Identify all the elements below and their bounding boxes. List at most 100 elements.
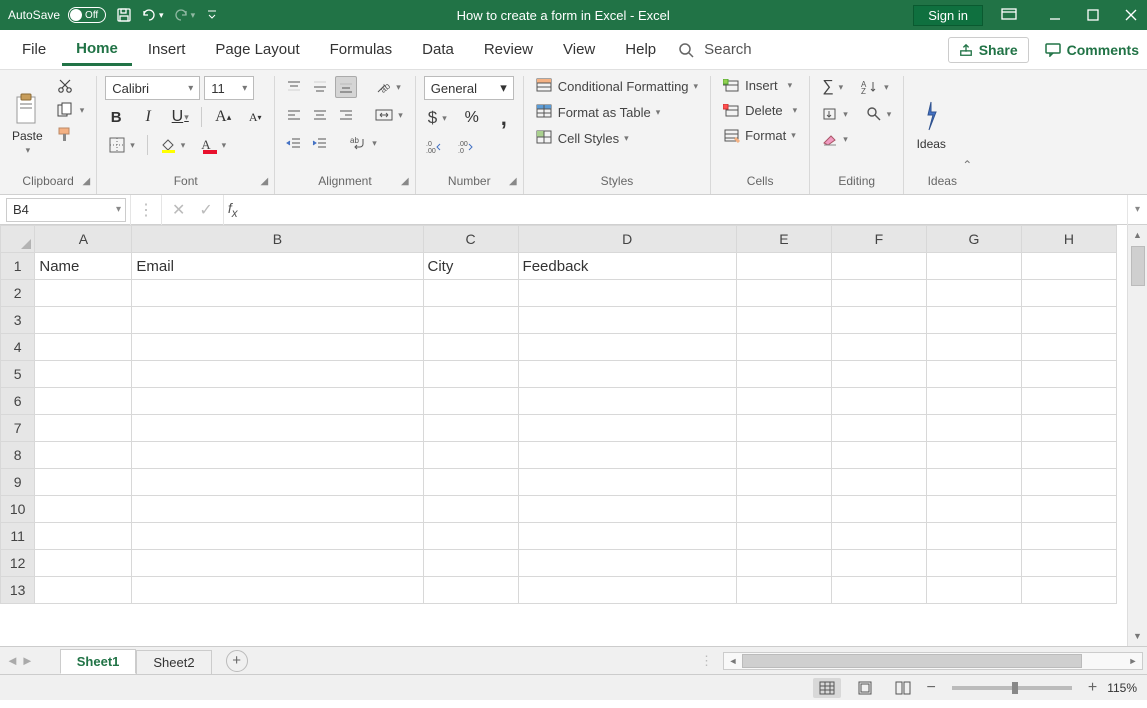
cell-D7[interactable]	[518, 415, 736, 442]
worksheet-grid[interactable]: ABCDEFGH1NameEmailCityFeedback2345678910…	[0, 225, 1147, 646]
align-bottom-button[interactable]	[335, 76, 357, 98]
row-header-1[interactable]: 1	[1, 253, 35, 280]
cell-B11[interactable]	[132, 523, 423, 550]
row-header-2[interactable]: 2	[1, 280, 35, 307]
cell-D4[interactable]	[518, 334, 736, 361]
format-painter-button[interactable]	[53, 124, 89, 144]
maximize-icon[interactable]	[1087, 9, 1101, 21]
cell-A13[interactable]	[35, 577, 132, 604]
cell-D3[interactable]	[518, 307, 736, 334]
cell-A7[interactable]	[35, 415, 132, 442]
cell-B4[interactable]	[132, 334, 423, 361]
cell-D12[interactable]	[518, 550, 736, 577]
tab-formulas[interactable]: Formulas	[316, 35, 407, 64]
cell-G1[interactable]	[926, 253, 1021, 280]
cell-B7[interactable]	[132, 415, 423, 442]
cell-A8[interactable]	[35, 442, 132, 469]
undo-icon[interactable]: ▾	[140, 7, 164, 23]
cell-A5[interactable]	[35, 361, 132, 388]
cell-D1[interactable]: Feedback	[518, 253, 736, 280]
cell-C13[interactable]	[423, 577, 518, 604]
cell-B1[interactable]: Email	[132, 253, 423, 280]
cell-E8[interactable]	[736, 442, 831, 469]
cell-C2[interactable]	[423, 280, 518, 307]
orientation-button[interactable]: ab▾	[371, 77, 405, 97]
sheet-tab-1[interactable]: Sheet1	[60, 649, 137, 674]
expand-formula-bar[interactable]: ▾	[1127, 195, 1147, 225]
row-header-7[interactable]: 7	[1, 415, 35, 442]
cell-A11[interactable]	[35, 523, 132, 550]
cell-F1[interactable]	[831, 253, 926, 280]
cell-F13[interactable]	[831, 577, 926, 604]
wrap-text-button[interactable]: ab▾	[345, 133, 381, 153]
cell-D13[interactable]	[518, 577, 736, 604]
cell-D6[interactable]	[518, 388, 736, 415]
cell-H7[interactable]	[1021, 415, 1116, 442]
row-header-4[interactable]: 4	[1, 334, 35, 361]
cell-E5[interactable]	[736, 361, 831, 388]
sign-in-button[interactable]: Sign in	[913, 5, 983, 26]
increase-font-button[interactable]: A▴	[212, 106, 234, 128]
row-header-3[interactable]: 3	[1, 307, 35, 334]
cell-A12[interactable]	[35, 550, 132, 577]
col-header-B[interactable]: B	[132, 226, 423, 253]
decrease-indent-button[interactable]	[283, 132, 305, 154]
tab-insert[interactable]: Insert	[134, 35, 200, 64]
italic-button[interactable]: I	[137, 106, 159, 128]
cell-C7[interactable]	[423, 415, 518, 442]
cell-C9[interactable]	[423, 469, 518, 496]
insert-cells-button[interactable]: Insert▾	[719, 76, 801, 95]
vertical-scrollbar[interactable]: ▲ ▼	[1127, 225, 1147, 646]
format-cells-button[interactable]: Format▾	[719, 126, 801, 145]
zoom-slider[interactable]	[952, 686, 1072, 690]
cell-G5[interactable]	[926, 361, 1021, 388]
row-header-11[interactable]: 11	[1, 523, 35, 550]
cell-H11[interactable]	[1021, 523, 1116, 550]
fill-color-button[interactable]: ▾	[156, 135, 190, 155]
col-header-A[interactable]: A	[35, 226, 132, 253]
cell-C3[interactable]	[423, 307, 518, 334]
autosave-toggle[interactable]: AutoSave Off	[8, 7, 106, 23]
row-header-6[interactable]: 6	[1, 388, 35, 415]
col-header-F[interactable]: F	[831, 226, 926, 253]
cell-H13[interactable]	[1021, 577, 1116, 604]
cell-H1[interactable]	[1021, 253, 1116, 280]
cell-A3[interactable]	[35, 307, 132, 334]
cell-B6[interactable]	[132, 388, 423, 415]
collapse-ribbon-icon[interactable]: ⌃	[962, 158, 972, 172]
font-name-combo[interactable]: Calibri▾	[105, 76, 200, 100]
cell-G12[interactable]	[926, 550, 1021, 577]
tab-help[interactable]: Help	[611, 35, 670, 64]
cancel-formula-icon[interactable]: ✕	[172, 200, 185, 220]
horizontal-scrollbar[interactable]: ◄►	[723, 652, 1143, 670]
cell-C6[interactable]	[423, 388, 518, 415]
cell-E1[interactable]	[736, 253, 831, 280]
cell-E3[interactable]	[736, 307, 831, 334]
cell-D2[interactable]	[518, 280, 736, 307]
page-layout-view-button[interactable]	[851, 678, 879, 698]
select-all-button[interactable]	[1, 226, 35, 253]
row-header-8[interactable]: 8	[1, 442, 35, 469]
cell-F11[interactable]	[831, 523, 926, 550]
find-select-button[interactable]: ▾	[862, 104, 896, 124]
accounting-format-button[interactable]: $▾	[424, 106, 451, 130]
normal-view-button[interactable]	[813, 678, 841, 698]
toggle-switch[interactable]: Off	[68, 7, 106, 23]
cell-D11[interactable]	[518, 523, 736, 550]
new-sheet-button[interactable]: +	[226, 650, 248, 672]
cell-B9[interactable]	[132, 469, 423, 496]
formula-input[interactable]	[248, 198, 1127, 222]
zoom-out-button[interactable]: −	[927, 679, 936, 697]
cell-F6[interactable]	[831, 388, 926, 415]
cell-G9[interactable]	[926, 469, 1021, 496]
col-header-H[interactable]: H	[1021, 226, 1116, 253]
cell-A10[interactable]	[35, 496, 132, 523]
tab-data[interactable]: Data	[408, 35, 468, 64]
tab-view[interactable]: View	[549, 35, 609, 64]
cell-H12[interactable]	[1021, 550, 1116, 577]
tell-me-search[interactable]: Search	[678, 41, 752, 58]
row-header-12[interactable]: 12	[1, 550, 35, 577]
cell-B5[interactable]	[132, 361, 423, 388]
align-right-button[interactable]	[335, 104, 357, 126]
cell-H10[interactable]	[1021, 496, 1116, 523]
